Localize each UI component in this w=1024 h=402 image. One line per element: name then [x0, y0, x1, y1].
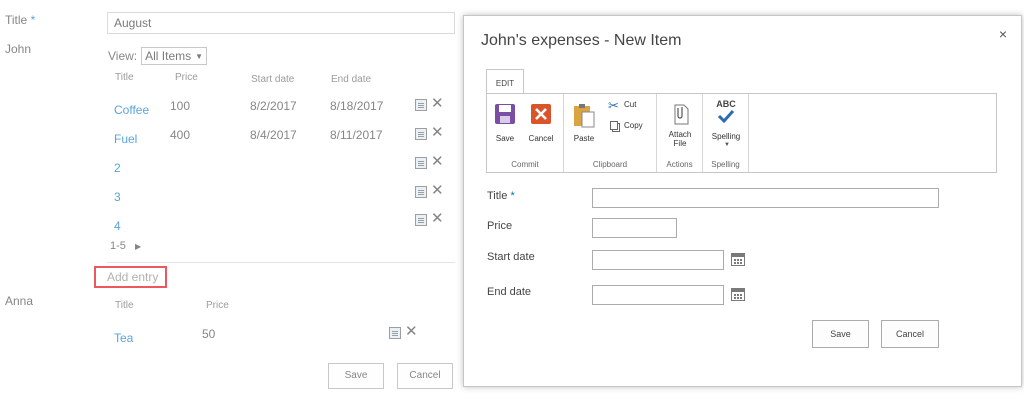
ribbon-group-actions: Attach File Actions	[657, 94, 703, 172]
dialog-title: John's expenses - New Item	[481, 32, 682, 49]
cancel-ribbon-button[interactable]: Cancel	[525, 100, 557, 144]
cancel-button[interactable]: Cancel	[881, 320, 939, 348]
calendar-icon[interactable]	[731, 253, 745, 266]
field-label-price: Price	[487, 220, 513, 232]
calendar-icon[interactable]	[731, 288, 745, 301]
ribbon: Save Cancel Commit Paste ✂ Cut Copy Clip…	[486, 93, 997, 173]
save-ribbon-button[interactable]: Save	[493, 100, 517, 144]
save-button[interactable]: Save	[812, 320, 869, 348]
copy-ribbon-button[interactable]: Copy	[608, 118, 654, 134]
start-date-field[interactable]	[592, 250, 724, 270]
spelling-check-icon: ABC	[706, 99, 746, 126]
paste-ribbon-button[interactable]: Paste	[570, 100, 598, 144]
scissors-icon: ✂	[608, 98, 619, 113]
cancel-icon	[531, 104, 551, 124]
attach-file-icon	[674, 104, 689, 125]
price-field[interactable]	[592, 218, 677, 238]
attach-file-ribbon-button[interactable]: Attach File	[661, 100, 699, 148]
spelling-ribbon-button[interactable]: ABC Spelling ▼	[706, 99, 746, 151]
paste-icon	[574, 104, 595, 128]
tab-edit[interactable]: EDIT	[486, 69, 524, 94]
field-label-title: Title *	[487, 190, 515, 202]
cut-ribbon-button[interactable]: ✂ Cut	[608, 98, 652, 114]
ribbon-group-commit: Save Cancel Commit	[487, 94, 564, 172]
end-date-field[interactable]	[592, 285, 724, 305]
close-icon[interactable]: ×	[999, 26, 1007, 42]
copy-icon	[610, 121, 618, 130]
new-item-dialog: John's expenses - New Item × EDIT Save C…	[463, 15, 1022, 387]
save-icon	[495, 104, 515, 124]
ribbon-group-spelling: ABC Spelling ▼ Spelling	[703, 94, 749, 172]
ribbon-group-clipboard: Paste ✂ Cut Copy Clipboard	[564, 94, 657, 172]
chevron-down-icon: ▼	[724, 142, 730, 148]
field-label-end-date: End date	[487, 286, 532, 298]
title-field[interactable]	[592, 188, 939, 208]
field-label-start-date: Start date	[487, 251, 535, 263]
